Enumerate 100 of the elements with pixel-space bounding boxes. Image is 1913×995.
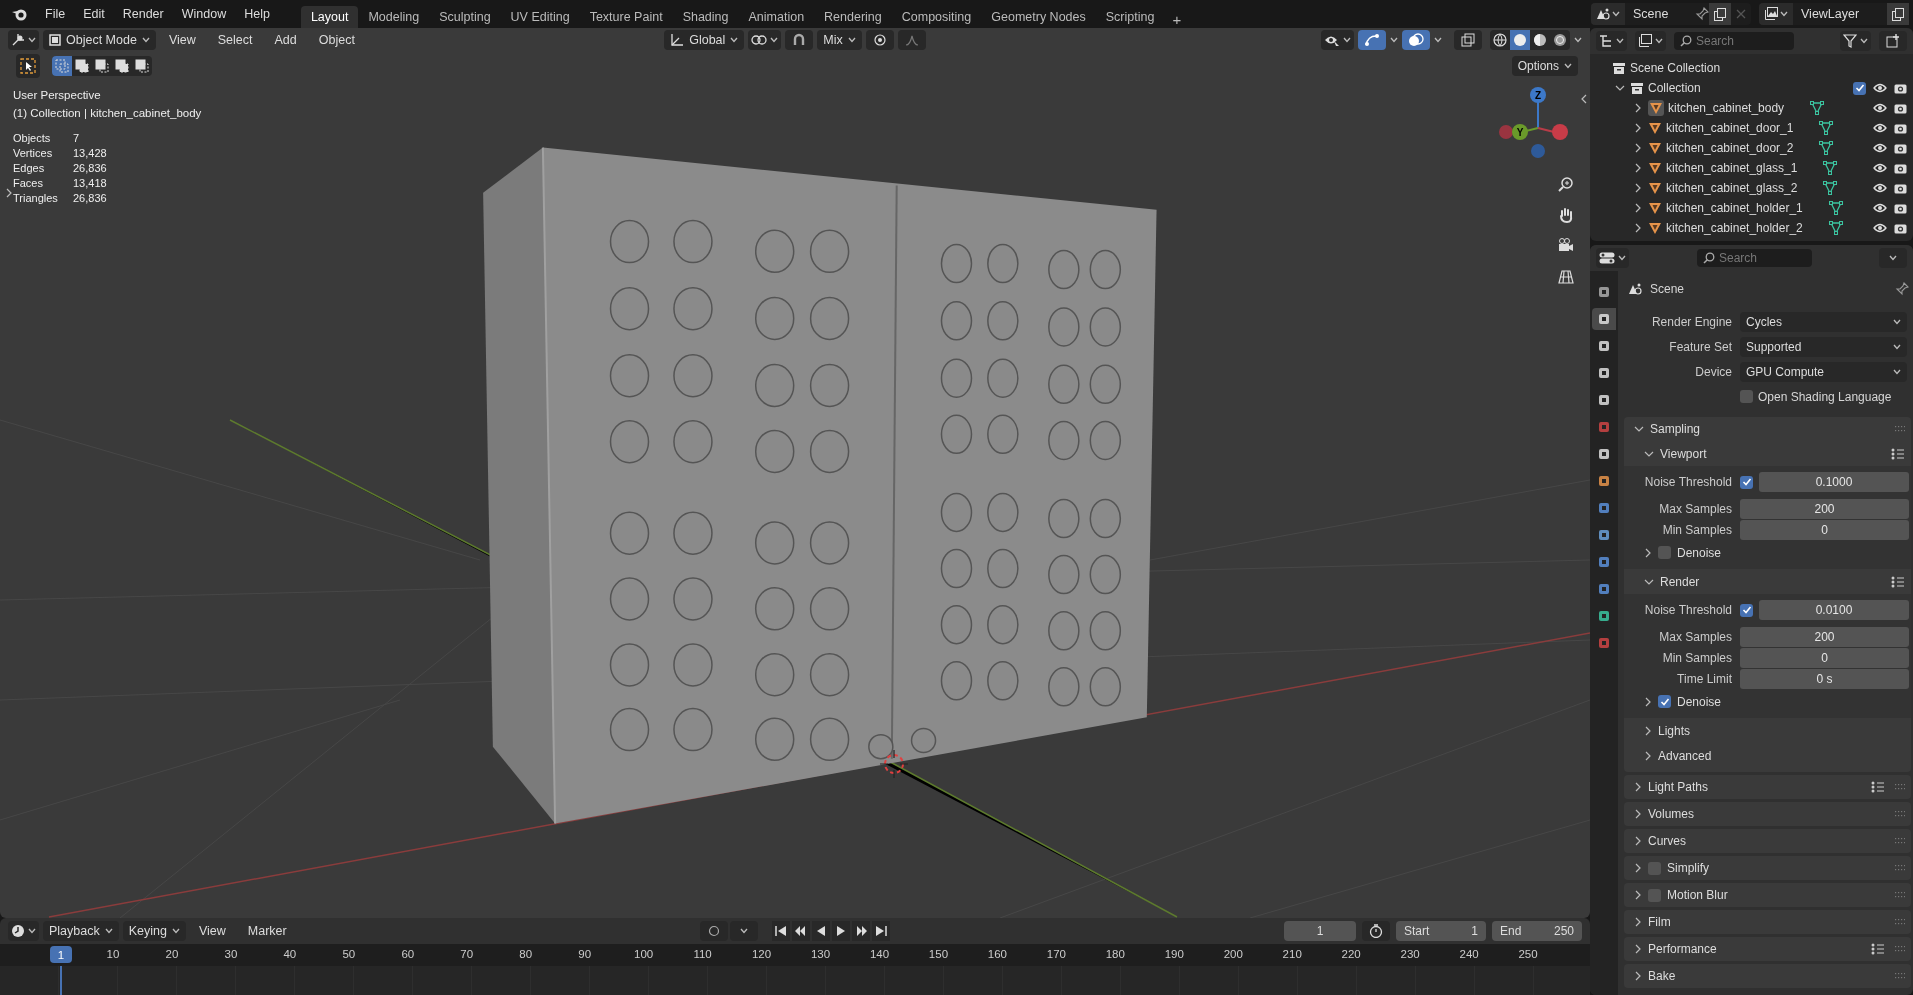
chevron-icon[interactable]	[1634, 143, 1642, 153]
chevron-icon[interactable]	[1634, 782, 1642, 792]
checkbox[interactable]	[1658, 695, 1671, 708]
editor-type-button[interactable]	[1596, 248, 1629, 268]
drag-handle-icon[interactable]	[1895, 426, 1905, 432]
number-field[interactable]: 0.0100	[1759, 600, 1909, 620]
caret-icon[interactable]	[1893, 318, 1901, 325]
eye-icon[interactable]	[1873, 203, 1887, 213]
caret-icon[interactable]	[1390, 37, 1398, 43]
panel-header[interactable]: Film	[1648, 915, 1671, 929]
pin-icon[interactable]	[1895, 282, 1909, 296]
checkbox[interactable]	[1658, 546, 1671, 559]
mesh-object-icon[interactable]	[1648, 181, 1662, 195]
workspace-tab[interactable]: Sculpting	[429, 6, 501, 28]
outliner-item[interactable]: kitchen_cabinet_holder_1	[1666, 201, 1803, 215]
collection-icon[interactable]	[1612, 61, 1626, 75]
list-icon[interactable]	[1891, 575, 1905, 588]
eye-icon[interactable]	[1873, 223, 1887, 233]
drag-handle-icon[interactable]	[1895, 784, 1905, 790]
filter-view-dropdown[interactable]	[1635, 31, 1666, 51]
checkbox[interactable]	[1648, 888, 1661, 902]
pivot-dropdown[interactable]	[748, 30, 782, 50]
checkbox[interactable]	[1853, 81, 1866, 95]
collection-icon[interactable]	[1630, 81, 1644, 95]
chevron-icon[interactable]	[1634, 103, 1642, 113]
eye-icon[interactable]	[1873, 143, 1887, 153]
chevron-icon[interactable]	[1634, 836, 1642, 846]
chevron-icon[interactable]	[1634, 425, 1644, 433]
mesh-object-icon[interactable]	[1648, 141, 1662, 155]
mesh-object-icon[interactable]	[1648, 121, 1662, 135]
panel-header[interactable]: Lights	[1658, 723, 1691, 738]
drag-handle-icon[interactable]	[1895, 892, 1905, 898]
select-box-tool[interactable]	[16, 54, 40, 78]
panel-header[interactable]: Bake	[1648, 969, 1676, 983]
mesh-data-icon[interactable]	[1823, 181, 1838, 195]
outliner-item[interactable]: kitchen_cabinet_door_1	[1666, 121, 1794, 135]
list-icon[interactable]	[1891, 447, 1905, 460]
start-frame-field[interactable]: Start 1	[1396, 921, 1486, 941]
menu-item[interactable]: Edit	[74, 4, 114, 24]
checkbox[interactable]	[1740, 390, 1753, 403]
search-field[interactable]: Search	[1674, 32, 1794, 50]
caret-icon[interactable]	[1893, 343, 1901, 350]
eye-icon[interactable]	[1873, 183, 1887, 193]
camera-icon[interactable]	[1894, 142, 1907, 154]
caret-icon[interactable]	[1616, 38, 1624, 44]
mesh-data-icon[interactable]	[1819, 121, 1834, 135]
chevron-icon[interactable]	[1634, 203, 1642, 213]
drag-handle-icon[interactable]	[1895, 865, 1905, 871]
drag-handle-icon[interactable]	[1895, 838, 1905, 844]
pin-icon[interactable]	[1695, 7, 1709, 21]
add-workspace-button[interactable]: +	[1164, 11, 1190, 28]
chevron-icon[interactable]	[1634, 809, 1642, 819]
jump-end-button[interactable]	[872, 921, 890, 941]
preview-range-toggle[interactable]	[1362, 921, 1390, 941]
selection-mode-button[interactable]	[72, 56, 92, 76]
eye-icon[interactable]	[1873, 83, 1887, 93]
outliner-item[interactable]: kitchen_cabinet_glass_1	[1666, 161, 1798, 175]
dropdown[interactable]: GPU Compute	[1740, 361, 1907, 382]
camera-icon[interactable]	[1894, 102, 1907, 114]
number-field[interactable]: 0	[1740, 647, 1909, 668]
number-field[interactable]: 0	[1740, 519, 1909, 540]
new-collection-button[interactable]	[1879, 31, 1907, 51]
proportional-edit-toggle[interactable]	[865, 30, 894, 50]
orientation-dropdown[interactable]: Global	[664, 30, 745, 50]
caret-icon[interactable]	[1618, 255, 1626, 261]
mesh-data-icon[interactable]	[1823, 161, 1838, 175]
chevron-icon[interactable]	[1634, 917, 1642, 927]
menu-item[interactable]: Render	[113, 4, 173, 24]
caret-icon[interactable]	[28, 37, 36, 43]
panel-header[interactable]: Curves	[1648, 834, 1686, 848]
workspace-tab[interactable]: Compositing	[891, 6, 982, 28]
options-dropdown[interactable]	[1879, 248, 1907, 268]
list-icon[interactable]	[1871, 781, 1885, 793]
chevron-icon[interactable]	[1634, 223, 1642, 233]
chevron-icon[interactable]	[5, 188, 13, 198]
caret-icon[interactable]	[847, 37, 856, 43]
playhead[interactable]: 1	[50, 946, 72, 963]
drag-handle-icon[interactable]	[1895, 973, 1905, 979]
mesh-data-icon[interactable]	[1828, 201, 1843, 215]
workspace-tab[interactable]: UV Editing	[500, 6, 580, 28]
number-field[interactable]: 0.1000	[1759, 472, 1909, 492]
menu-dropdown[interactable]: Keying	[122, 921, 186, 941]
caret-icon[interactable]	[28, 928, 36, 934]
caret-icon[interactable]	[1434, 37, 1442, 43]
end-frame-field[interactable]: End 250	[1492, 921, 1582, 941]
chevron-icon[interactable]	[1634, 163, 1642, 173]
caret-icon[interactable]	[171, 928, 180, 934]
editor-type-button[interactable]	[8, 921, 39, 941]
chevron-icon[interactable]	[1644, 750, 1652, 761]
panel-header[interactable]: Simplify	[1667, 861, 1709, 875]
cabinet-drawing[interactable]	[483, 146, 1157, 825]
mesh-object-icon[interactable]	[1648, 201, 1662, 215]
outliner-item[interactable]: kitchen_cabinet_holder_2	[1666, 221, 1803, 235]
outliner-item[interactable]: Collection	[1648, 81, 1701, 95]
next-keyframe-button[interactable]	[852, 921, 870, 941]
chevron-icon[interactable]	[1634, 890, 1642, 900]
panel-header[interactable]: Sampling	[1650, 422, 1701, 436]
caret-icon[interactable]	[1893, 368, 1901, 375]
play-button[interactable]	[832, 921, 850, 941]
overlay-toggle[interactable]	[1402, 30, 1430, 50]
